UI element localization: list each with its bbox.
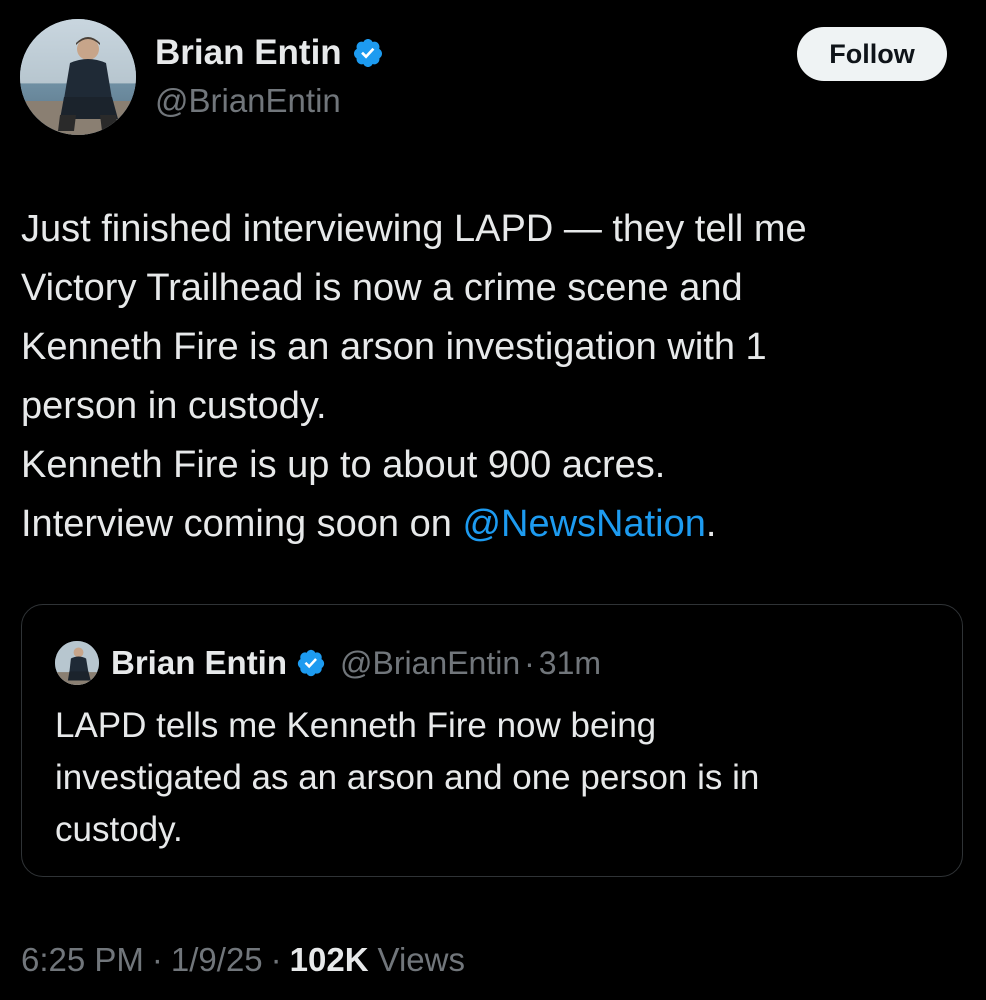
- views-count: 102K: [289, 941, 369, 978]
- quoted-tweet-card[interactable]: Brian Entin @BrianEntin · 31m LAPD tells…: [21, 604, 963, 877]
- quoted-tweet-time: 31m: [538, 644, 602, 681]
- verified-badge-icon: [352, 37, 384, 69]
- follow-button[interactable]: Follow: [797, 27, 947, 81]
- quoted-tweet-header: Brian Entin @BrianEntin · 31m: [55, 641, 601, 685]
- quoted-tweet-text-line: LAPD tells me Kenneth Fire now being: [55, 706, 657, 745]
- author-name-row: Brian Entin: [155, 30, 384, 76]
- tweet-text-line: person in custody.: [21, 385, 327, 427]
- tweet-text-line: Kenneth Fire is an arson investigation w…: [21, 326, 767, 368]
- tweet-text: Just finished interviewing LAPD — they t…: [21, 200, 961, 554]
- separator-dot: ·: [524, 644, 535, 681]
- tweet-date[interactable]: 1/9/25: [171, 941, 263, 979]
- tweet-text-line: Just finished interviewing LAPD — they t…: [21, 208, 807, 250]
- quoted-tweet-avatar: [55, 641, 99, 685]
- tweet-text-prefix: Interview coming soon on: [21, 503, 463, 545]
- separator-dot: ·: [151, 941, 163, 978]
- avatar[interactable]: [20, 19, 136, 135]
- tweet-meta: 6:25 PM · 1/9/25 · 102K Views: [21, 938, 465, 982]
- quoted-tweet-text-line: investigated as an arson and one person …: [55, 758, 760, 797]
- verified-badge-icon: [296, 648, 326, 678]
- quoted-tweet-display-name: Brian Entin: [111, 644, 288, 681]
- mention-link[interactable]: @NewsNation: [462, 503, 705, 545]
- quoted-tweet-text-line: custody.: [55, 810, 183, 849]
- tweet-text-line: Victory Trailhead is now a crime scene a…: [21, 267, 743, 309]
- author-display-name[interactable]: Brian Entin: [155, 33, 342, 73]
- tweet-text-suffix: .: [705, 503, 717, 545]
- quoted-tweet-text: LAPD tells me Kenneth Fire now being inv…: [55, 700, 935, 856]
- tweet-text-line: Kenneth Fire is up to about 900 acres.: [21, 444, 666, 486]
- views-label: Views: [377, 941, 465, 978]
- quoted-tweet-handle: @BrianEntin: [340, 644, 521, 681]
- tweet-time[interactable]: 6:25 PM: [21, 941, 144, 979]
- separator-dot: ·: [270, 941, 282, 978]
- author-handle[interactable]: @BrianEntin: [155, 82, 341, 120]
- tweet-text-last-line: Interview coming soon on @NewsNation.: [21, 495, 961, 554]
